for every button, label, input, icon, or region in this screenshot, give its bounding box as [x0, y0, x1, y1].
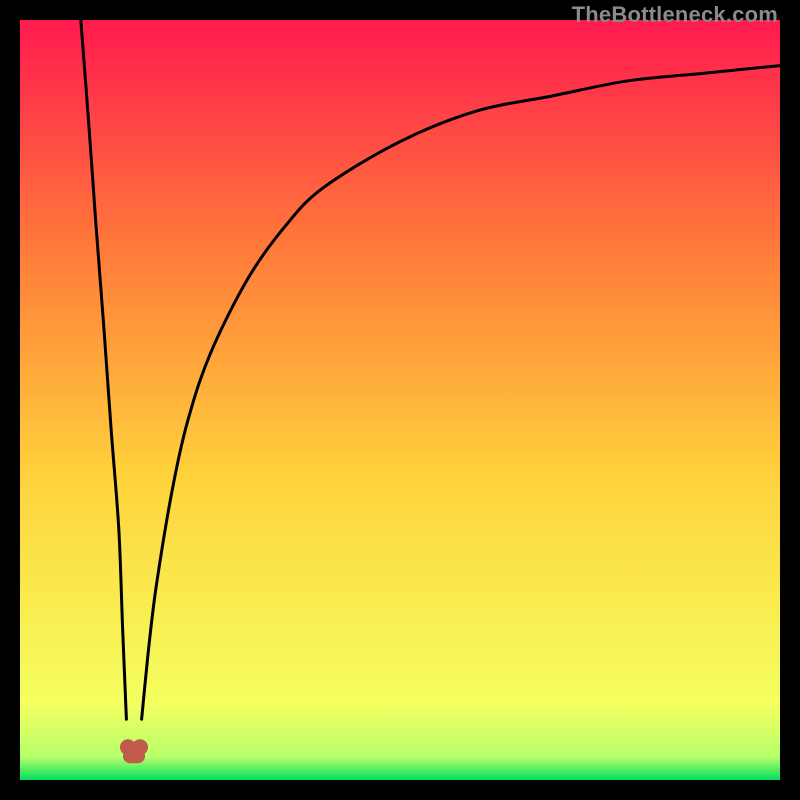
- outer-black-frame: TheBottleneck.com: [0, 0, 800, 800]
- watermark-text: TheBottleneck.com: [572, 2, 778, 28]
- plot-area: [20, 20, 780, 780]
- minimum-marker: [120, 739, 148, 763]
- plot-svg: [20, 20, 780, 780]
- gradient-background: [20, 20, 780, 780]
